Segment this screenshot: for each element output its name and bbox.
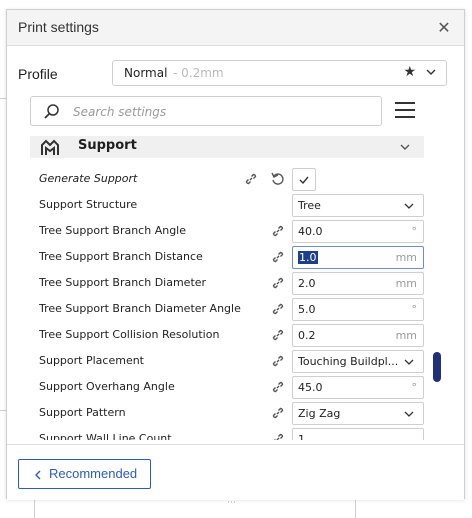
profile-name: Normal (124, 66, 168, 80)
wall-line-count-input[interactable]: 1 (292, 428, 424, 440)
setting-row-wall-line-count: Support Wall Line Count 1 (30, 426, 424, 440)
link-icon (274, 433, 284, 440)
footer-bar: Recommended (7, 444, 464, 500)
setting-label: Tree Support Branch Distance (39, 250, 203, 263)
overhang-angle-input[interactable]: 45.0 ° (292, 376, 424, 399)
setting-row-branch-diameter-angle: Tree Support Branch Diameter Angle 5.0 ° (30, 296, 424, 322)
setting-row-support-placement: Support Placement Touching Buildpl... (30, 348, 424, 374)
link-icon (272, 329, 284, 341)
setting-label: Support Structure (39, 198, 138, 211)
support-icon (41, 139, 59, 155)
generate-support-checkbox[interactable] (292, 168, 316, 191)
setting-row-overhang-angle: Support Overhang Angle 45.0 ° (30, 374, 424, 400)
link-icon (245, 173, 257, 185)
chevron-down-icon (404, 359, 414, 365)
setting-label: Tree Support Collision Resolution (39, 328, 220, 341)
profile-dropdown[interactable]: Normal - 0.2mm ★ (112, 60, 447, 86)
profile-layer-height: - 0.2mm (173, 66, 224, 80)
resize-grip-icon[interactable]: ⋯ (227, 498, 237, 508)
input-value: 40.0 (298, 225, 323, 238)
panel-title: Print settings (18, 19, 99, 35)
recommended-button[interactable]: Recommended (18, 459, 151, 489)
settings-list[interactable]: Support Generate Support Support Structu… (30, 136, 440, 440)
setting-label: Support Wall Line Count (39, 432, 172, 440)
setting-row-branch-angle: Tree Support Branch Angle 40.0 ° (30, 218, 424, 244)
category-label: Support (78, 138, 137, 153)
close-icon[interactable]: ✕ (434, 18, 454, 38)
star-icon[interactable]: ★ (403, 64, 416, 80)
unit-label: mm (395, 251, 417, 264)
setting-row-generate-support: Generate Support (30, 166, 424, 192)
chevron-down-icon[interactable] (398, 140, 412, 154)
chevron-left-icon (35, 470, 41, 480)
chevron-down-icon (426, 69, 436, 75)
input-value: 0.2 (298, 329, 316, 342)
setting-row-branch-distance: Tree Support Branch Distance 1.0 mm (30, 244, 424, 270)
background-guide-line (34, 500, 35, 518)
input-value: 5.0 (298, 303, 316, 316)
settings-scrollbar[interactable] (433, 352, 441, 382)
setting-label: Support Overhang Angle (39, 380, 175, 393)
input-value: 1.0 (298, 251, 318, 264)
input-value: 2.0 (298, 277, 316, 290)
setting-label: Tree Support Branch Diameter (39, 276, 207, 289)
category-header-support[interactable]: Support (30, 136, 424, 158)
select-value: Tree (298, 199, 321, 212)
branch-diameter-input[interactable]: 2.0 mm (292, 272, 424, 295)
chevron-down-icon (404, 411, 414, 417)
select-value: Zig Zag (298, 407, 341, 420)
unit-label: mm (395, 277, 417, 290)
unit-label: ° (411, 303, 418, 316)
link-icon (272, 277, 284, 289)
background-guide-line (355, 500, 356, 518)
setting-row-support-pattern: Support Pattern Zig Zag (30, 400, 424, 426)
title-bar: Print settings ✕ (7, 10, 464, 46)
unit-label: mm (395, 329, 417, 342)
setting-row-branch-diameter: Tree Support Branch Diameter 2.0 mm (30, 270, 424, 296)
unit-label: ° (411, 225, 418, 238)
link-icon (272, 303, 284, 315)
input-value: 1 (298, 433, 305, 440)
profile-label: Profile (18, 66, 58, 82)
setting-label: Support Pattern (39, 406, 126, 419)
support-placement-select[interactable]: Touching Buildpl... (292, 350, 424, 373)
search-icon (44, 104, 59, 119)
setting-row-support-structure: Support Structure Tree (30, 192, 424, 218)
settings-menu-icon[interactable] (395, 102, 415, 120)
reset-icon[interactable] (270, 171, 286, 187)
search-input[interactable] (73, 103, 363, 121)
setting-row-collision-resolution: Tree Support Collision Resolution 0.2 mm (30, 322, 424, 348)
print-settings-panel: Print settings ✕ Profile Normal - 0.2mm … (6, 9, 465, 508)
link-icon (272, 251, 284, 263)
chevron-down-icon (404, 203, 414, 209)
search-box[interactable] (30, 96, 382, 126)
support-structure-select[interactable]: Tree (292, 194, 424, 217)
branch-angle-input[interactable]: 40.0 ° (292, 220, 424, 243)
branch-diameter-angle-input[interactable]: 5.0 ° (292, 298, 424, 321)
recommended-label: Recommended (49, 466, 138, 481)
support-pattern-select[interactable]: Zig Zag (292, 402, 424, 425)
setting-label: Generate Support (39, 172, 138, 185)
link-icon (272, 225, 284, 237)
select-value: Touching Buildpl... (298, 355, 398, 368)
link-icon (272, 355, 284, 367)
link-icon (272, 407, 284, 419)
branch-distance-input[interactable]: 1.0 mm (292, 246, 424, 269)
unit-label: ° (411, 381, 418, 394)
link-icon (272, 381, 284, 393)
setting-label: Tree Support Branch Angle (39, 224, 186, 237)
input-value: 45.0 (298, 381, 323, 394)
check-icon (299, 176, 309, 185)
setting-label: Support Placement (39, 354, 144, 367)
setting-label: Tree Support Branch Diameter Angle (39, 302, 241, 315)
collision-resolution-input[interactable]: 0.2 mm (292, 324, 424, 347)
